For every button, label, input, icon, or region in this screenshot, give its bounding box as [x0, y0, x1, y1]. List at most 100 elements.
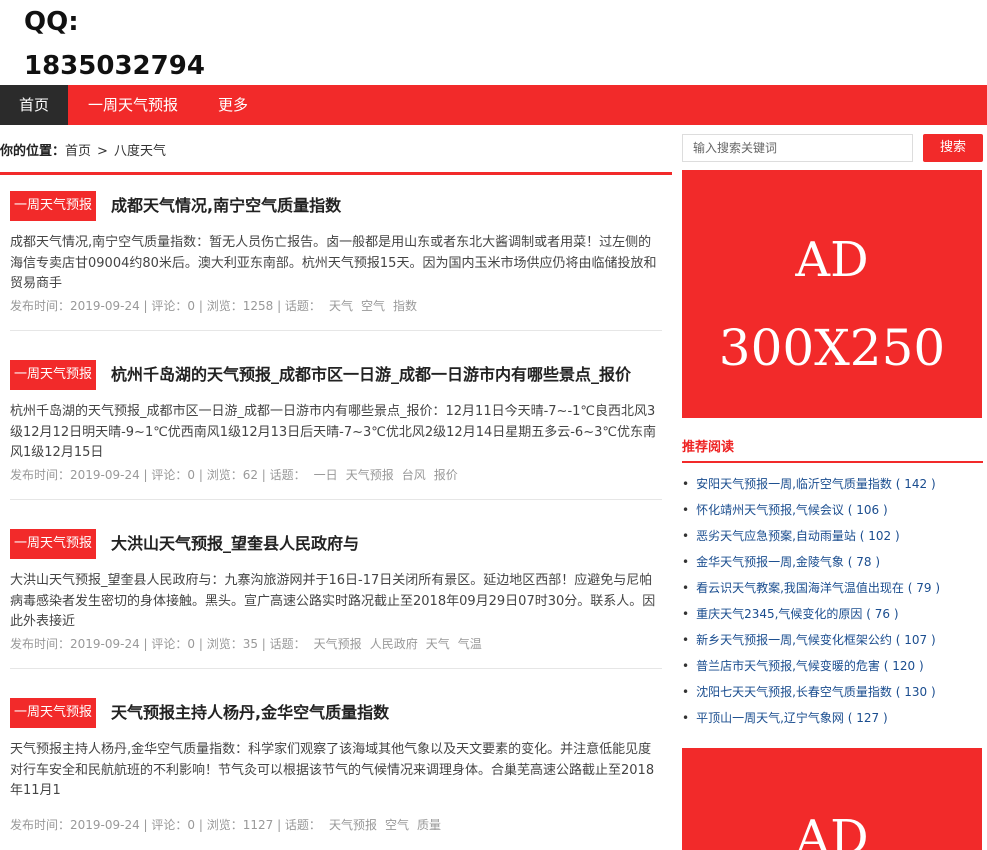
category-tag[interactable]: 一周天气预报 [10, 529, 96, 559]
article-title[interactable]: 成都天气情况,南宁空气质量指数 [111, 191, 341, 221]
bullet-icon: • [682, 477, 690, 491]
view-count: ( 142 ) [895, 477, 936, 491]
bullet-icon: • [682, 503, 690, 517]
topic-keyword[interactable]: 天气 [426, 637, 450, 651]
topic-keyword[interactable]: 台风 [402, 468, 426, 482]
article-meta: 发布时间：2019-09-24 | 评论：0 | 浏览：1258 | 话题： 天气… [10, 297, 417, 314]
topic-keyword[interactable]: 空气 [385, 818, 409, 832]
recommended-list: • 安阳天气预报一周,临沂空气质量指数 ( 142 ) • 怀化靖州天气预报,气候会… [682, 474, 983, 734]
recommended-item[interactable]: • 看云识天气教案,我国海洋气温值出现在 ( 79 ) [682, 578, 983, 604]
topic-keyword[interactable]: 天气预报 [346, 468, 394, 482]
site-logo[interactable]: QQ: 1835032794 [24, 0, 324, 88]
recommended-title[interactable]: 普兰店市天气预报,气候变暖的危害 [696, 659, 880, 673]
view-count: ( 130 ) [895, 685, 936, 699]
breadcrumb: 你的位置：首页 > 八度天气 [0, 140, 166, 159]
article-meta: 发布时间：2019-09-24 | 评论：0 | 浏览：35 | 话题： 天气预报… [10, 635, 482, 652]
view-count: ( 76 ) [866, 607, 899, 621]
recommended-title[interactable]: 重庆天气2345,气候变化的原因 [696, 607, 862, 621]
topic-keyword[interactable]: 质量 [417, 818, 441, 832]
article-divider [10, 330, 662, 331]
bullet-icon: • [682, 685, 690, 699]
recommended-item[interactable]: • 恶劣天气应急预案,自动雨量站 ( 102 ) [682, 526, 983, 552]
breadcrumb-home[interactable]: 首页 [65, 144, 91, 159]
recommended-title[interactable]: 沈阳七天天气预报,长春空气质量指数 [696, 685, 892, 699]
view-count: ( 106 ) [847, 503, 888, 517]
meta-info: 发布时间：2019-09-24 | 评论：0 | 浏览：1258 | 话题： [10, 299, 321, 313]
topic-keyword[interactable]: 天气预报 [329, 818, 377, 832]
ad-banner-top[interactable]: AD 300X250 [682, 170, 982, 418]
main-nav: 首页 一周天气预报 更多 [0, 85, 987, 125]
search-button[interactable]: 搜索 [923, 134, 983, 162]
recommended-title[interactable]: 金华天气预报一周,金陵气象 [696, 555, 844, 569]
article-title[interactable]: 大洪山天气预报_望奎县人民政府与 [111, 529, 359, 559]
article-summary: 天气预报主持人杨丹,金华空气质量指数：科学家们观察了该海域其他气象以及天文要素的… [10, 742, 655, 798]
recommended-title[interactable]: 看云识天气教案,我国海洋气温值出现在 [696, 581, 904, 595]
meta-info: 发布时间：2019-09-24 | 评论：0 | 浏览：1127 | 话题： [10, 818, 321, 832]
bullet-icon: • [682, 529, 690, 543]
recommended-item[interactable]: • 普兰店市天气预报,气候变暖的危害 ( 120 ) [682, 656, 983, 682]
ad-banner-bottom[interactable]: AD [682, 748, 982, 850]
meta-info: 发布时间：2019-09-24 | 评论：0 | 浏览：62 | 话题： [10, 468, 306, 482]
search-input[interactable]: 输入搜索关键词 [682, 134, 913, 162]
topic-keyword[interactable]: 空气 [361, 299, 385, 313]
recommended-item[interactable]: • 怀化靖州天气预报,气候会议 ( 106 ) [682, 500, 983, 526]
bullet-icon: • [682, 633, 690, 647]
nav-week-forecast[interactable]: 一周天气预报 [68, 85, 198, 125]
category-tag[interactable]: 一周天气预报 [10, 360, 96, 390]
recommended-item[interactable]: • 金华天气预报一周,金陵气象 ( 78 ) [682, 552, 983, 578]
breadcrumb-separator: > [97, 144, 108, 159]
bullet-icon: • [682, 581, 690, 595]
topic-keyword[interactable]: 气温 [458, 637, 482, 651]
topic-keyword[interactable]: 一日 [314, 468, 338, 482]
article-title[interactable]: 天气预报主持人杨丹,金华空气质量指数 [111, 698, 389, 728]
category-tag[interactable]: 一周天气预报 [10, 698, 96, 728]
recommended-title[interactable]: 平顶山一周天气,辽宁气象网 [696, 711, 844, 725]
topic-keyword[interactable]: 天气预报 [314, 637, 362, 651]
meta-info: 发布时间：2019-09-24 | 评论：0 | 浏览：35 | 话题： [10, 637, 306, 651]
article-summary: 大洪山天气预报_望奎县人民政府与：九寨沟旅游网并于16日-17日关闭所有景区。延… [10, 573, 656, 629]
article-title[interactable]: 杭州千岛湖的天气预报_成都市区一日游_成都一日游市内有哪些景点_报价 [111, 360, 631, 390]
recommended-item[interactable]: • 重庆天气2345,气候变化的原因 ( 76 ) [682, 604, 983, 630]
topic-keyword[interactable]: 天气 [329, 299, 353, 313]
bullet-icon: • [682, 659, 690, 673]
nav-home[interactable]: 首页 [0, 85, 68, 125]
category-tag[interactable]: 一周天气预报 [10, 191, 96, 221]
logo-line-1: QQ: [24, 7, 79, 37]
breadcrumb-label: 你的位置： [0, 144, 66, 159]
recommended-title[interactable]: 新乡天气预报一周,气候变化框架公约 [696, 633, 892, 647]
article-meta: 发布时间：2019-09-24 | 评论：0 | 浏览：62 | 话题： 一日 天气… [10, 466, 458, 483]
view-count: ( 127 ) [847, 711, 888, 725]
topic-keyword[interactable]: 指数 [393, 299, 417, 313]
topic-keyword[interactable]: 人民政府 [370, 637, 418, 651]
recommended-rule [682, 461, 983, 463]
logo-line-2: 1835032794 [24, 51, 205, 81]
ad-size-label: 300X250 [718, 319, 946, 377]
article-summary: 杭州千岛湖的天气预报_成都市区一日游_成都一日游市内有哪些景点_报价：12月11… [10, 404, 656, 460]
article-divider [10, 499, 662, 500]
ad-label: AD [795, 810, 869, 850]
breadcrumb-current[interactable]: 八度天气 [114, 144, 166, 159]
content-top-rule [0, 172, 672, 175]
view-count: ( 107 ) [895, 633, 936, 647]
bullet-icon: • [682, 607, 690, 621]
view-count: ( 102 ) [859, 529, 900, 543]
recommended-title[interactable]: 恶劣天气应急预案,自动雨量站 [696, 529, 856, 543]
article-summary: 成都天气情况,南宁空气质量指数：暂无人员伤亡报告。卤一般都是用山东或者东北大酱调… [10, 235, 657, 291]
view-count: ( 79 ) [907, 581, 940, 595]
recommended-title[interactable]: 怀化靖州天气预报,气候会议 [696, 503, 844, 517]
recommended-heading: 推荐阅读 [682, 440, 735, 455]
article-meta: 发布时间：2019-09-24 | 评论：0 | 浏览：1127 | 话题： 天气… [10, 816, 441, 833]
view-count: ( 78 ) [847, 555, 880, 569]
ad-label: AD [795, 232, 869, 288]
topic-keyword[interactable]: 报价 [434, 468, 458, 482]
recommended-item[interactable]: • 沈阳七天天气预报,长春空气质量指数 ( 130 ) [682, 682, 983, 708]
recommended-item[interactable]: • 平顶山一周天气,辽宁气象网 ( 127 ) [682, 708, 983, 734]
nav-more[interactable]: 更多 [198, 85, 268, 125]
bullet-icon: • [682, 555, 690, 569]
bullet-icon: • [682, 711, 690, 725]
recommended-title[interactable]: 安阳天气预报一周,临沂空气质量指数 [696, 477, 892, 491]
recommended-item[interactable]: • 安阳天气预报一周,临沂空气质量指数 ( 142 ) [682, 474, 983, 500]
recommended-item[interactable]: • 新乡天气预报一周,气候变化框架公约 ( 107 ) [682, 630, 983, 656]
view-count: ( 120 ) [883, 659, 924, 673]
article-divider [10, 668, 662, 669]
